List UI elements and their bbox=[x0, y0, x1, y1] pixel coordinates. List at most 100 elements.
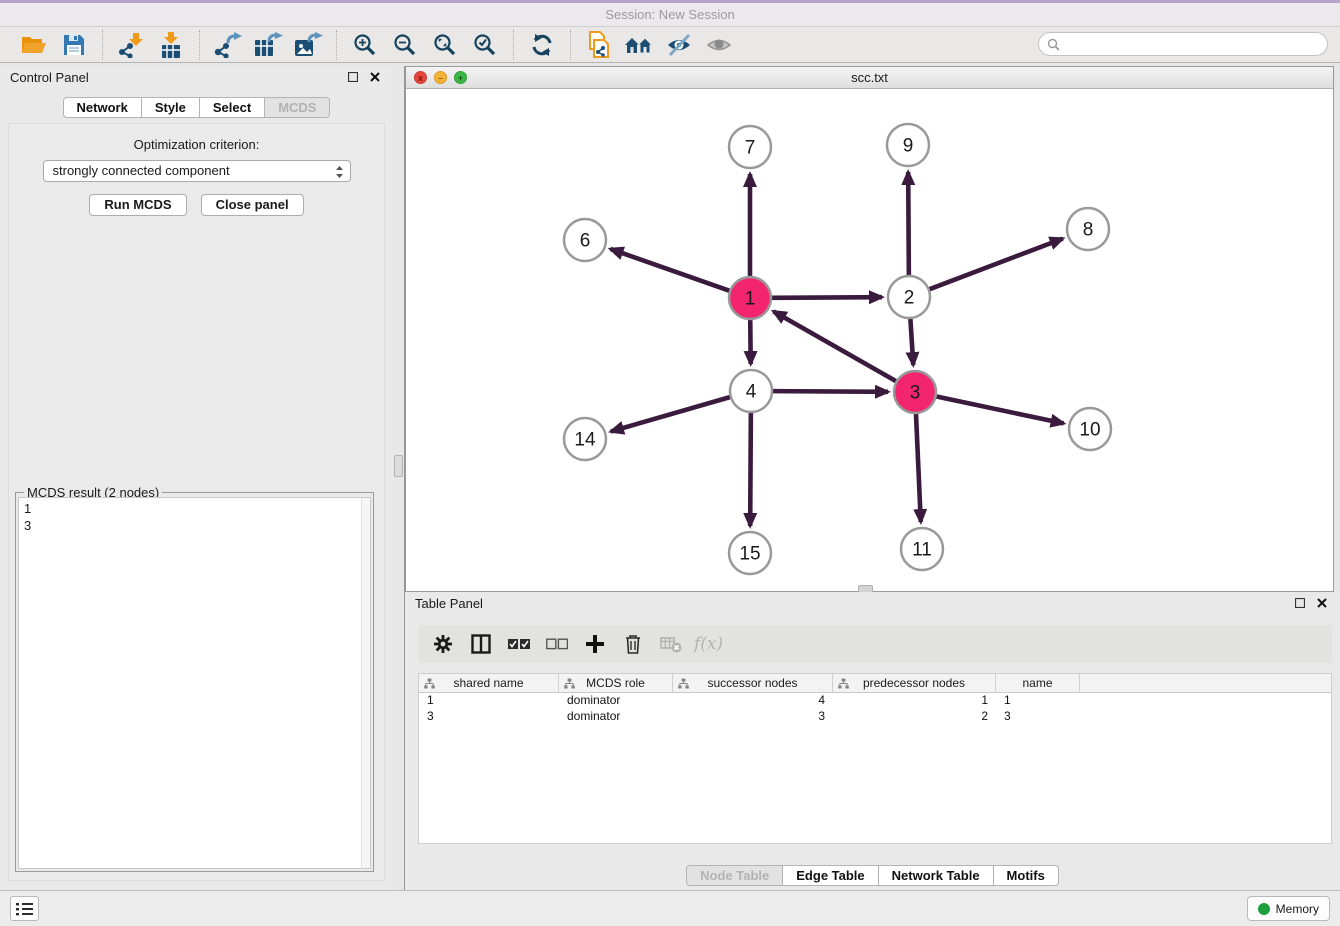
control-panel: Control Panel NetworkStyleSelectMCDS Opt… bbox=[0, 66, 393, 890]
tab-node-table[interactable]: Node Table bbox=[686, 865, 783, 886]
table-row-1: 3dominator323 bbox=[419, 709, 1331, 725]
cell-0-name[interactable]: 1 bbox=[996, 693, 1080, 709]
tab-select[interactable]: Select bbox=[200, 97, 265, 118]
window-minimize-icon[interactable]: – bbox=[434, 71, 447, 84]
search-box bbox=[1038, 32, 1328, 56]
search-input[interactable] bbox=[1060, 35, 1327, 53]
edge-3-1[interactable] bbox=[773, 311, 895, 381]
cell-0-MCDS-role[interactable]: dominator bbox=[559, 693, 673, 709]
table-row-0: 1dominator411 bbox=[419, 693, 1331, 709]
criterion-value: strongly connected component bbox=[53, 163, 230, 178]
insert-column-icon[interactable] bbox=[466, 629, 496, 659]
table-panel: Table Panel f(x) share bbox=[405, 592, 1340, 890]
cell-1-predecessor-nodes[interactable]: 2 bbox=[833, 709, 996, 725]
cell-0-successor-nodes[interactable]: 4 bbox=[673, 693, 833, 709]
edge-2-9[interactable] bbox=[908, 172, 909, 275]
tab-edge-table[interactable]: Edge Table bbox=[783, 865, 878, 886]
zoom-out-icon[interactable] bbox=[385, 30, 425, 60]
result-scrollbar[interactable] bbox=[361, 497, 371, 869]
select-stepper-icon bbox=[334, 164, 345, 180]
float-panel-icon[interactable] bbox=[345, 69, 361, 85]
table-body: 1dominator4113dominator323 bbox=[419, 693, 1331, 725]
node-label-15: 15 bbox=[739, 544, 760, 565]
export-network-icon[interactable] bbox=[208, 30, 248, 60]
edge-2-8[interactable] bbox=[930, 239, 1063, 290]
optimization-criterion-label: Optimization criterion: bbox=[9, 137, 384, 152]
clone-network-icon[interactable] bbox=[579, 30, 619, 60]
tab-mcds[interactable]: MCDS bbox=[265, 97, 330, 118]
edge-1-6[interactable] bbox=[610, 249, 729, 291]
column-header-successor-nodes[interactable]: successor nodes bbox=[673, 674, 833, 693]
horizontal-splitter-handle[interactable] bbox=[394, 455, 403, 477]
cell-0-predecessor-nodes[interactable]: 1 bbox=[833, 693, 996, 709]
function-builder-icon[interactable]: f(x) bbox=[694, 634, 723, 654]
tab-motifs[interactable]: Motifs bbox=[994, 865, 1059, 886]
refresh-layout-icon[interactable] bbox=[522, 30, 562, 60]
node-table: shared nameMCDS rolesuccessor nodesprede… bbox=[418, 673, 1332, 844]
mcds-panel: Optimization criterion: strongly connect… bbox=[8, 123, 385, 881]
close-table-panel-icon[interactable] bbox=[1314, 595, 1330, 611]
toolbar-separator bbox=[570, 30, 571, 60]
import-network-icon[interactable] bbox=[111, 30, 151, 60]
column-header-shared-name[interactable]: shared name bbox=[419, 674, 559, 693]
toolbar-separator bbox=[513, 30, 514, 60]
network-view-window: x – + scc.txt 1234678910111415 bbox=[405, 66, 1334, 592]
delete-table-icon[interactable] bbox=[656, 629, 686, 659]
show-all-icon[interactable] bbox=[699, 30, 739, 60]
deselect-all-icon[interactable] bbox=[542, 629, 572, 659]
node-label-14: 14 bbox=[574, 430, 596, 451]
save-session-icon[interactable] bbox=[54, 30, 94, 60]
main-toolbar bbox=[0, 27, 1340, 63]
edge-2-3[interactable] bbox=[910, 319, 913, 365]
session-title: Session: New Session bbox=[605, 7, 734, 22]
column-header-predecessor-nodes[interactable]: predecessor nodes bbox=[833, 674, 996, 693]
cell-1-name[interactable]: 3 bbox=[996, 709, 1080, 725]
toolbar-separator bbox=[102, 30, 103, 60]
edge-4-15[interactable] bbox=[750, 413, 751, 526]
table-settings-gear-icon[interactable] bbox=[428, 629, 458, 659]
cell-1-MCDS-role[interactable]: dominator bbox=[559, 709, 673, 725]
add-row-icon[interactable] bbox=[580, 629, 610, 659]
edge-1-2[interactable] bbox=[772, 297, 882, 298]
edge-4-14[interactable] bbox=[611, 397, 730, 431]
export-table-icon[interactable] bbox=[248, 30, 288, 60]
criterion-select[interactable]: strongly connected component bbox=[43, 160, 351, 182]
network-window-titlebar[interactable]: x – + scc.txt bbox=[406, 67, 1333, 89]
mcds-result-text[interactable]: 1 3 bbox=[18, 497, 361, 869]
cell-0-shared-name[interactable]: 1 bbox=[419, 693, 559, 709]
control-panel-tabs: NetworkStyleSelectMCDS bbox=[0, 97, 393, 118]
cell-1-successor-nodes[interactable]: 3 bbox=[673, 709, 833, 725]
edge-4-3[interactable] bbox=[773, 391, 888, 392]
close-panel-icon[interactable] bbox=[367, 69, 383, 85]
column-header-name[interactable]: name bbox=[996, 674, 1080, 693]
cell-1-shared-name[interactable]: 3 bbox=[419, 709, 559, 725]
tab-style[interactable]: Style bbox=[142, 97, 200, 118]
app-titlebar: Session: New Session bbox=[0, 0, 1340, 27]
first-neighbors-icon[interactable] bbox=[619, 30, 659, 60]
tab-network-table[interactable]: Network Table bbox=[879, 865, 994, 886]
hide-selected-icon[interactable] bbox=[659, 30, 699, 60]
memory-button[interactable]: Memory bbox=[1247, 896, 1330, 921]
select-all-icon[interactable] bbox=[504, 629, 534, 659]
zoom-selected-icon[interactable] bbox=[465, 30, 505, 60]
network-graph-canvas[interactable]: 1234678910111415 bbox=[406, 89, 1333, 592]
run-mcds-button[interactable]: Run MCDS bbox=[89, 194, 186, 216]
window-zoom-icon[interactable]: + bbox=[454, 71, 467, 84]
edge-3-11[interactable] bbox=[916, 414, 921, 522]
tab-network[interactable]: Network bbox=[63, 97, 142, 118]
export-image-icon[interactable] bbox=[288, 30, 328, 60]
edge-3-10[interactable] bbox=[937, 397, 1064, 424]
window-close-icon[interactable]: x bbox=[414, 71, 427, 84]
float-table-panel-icon[interactable] bbox=[1292, 595, 1308, 611]
zoom-fit-icon[interactable] bbox=[425, 30, 465, 60]
toolbar-separator bbox=[336, 30, 337, 60]
column-header-MCDS-role[interactable]: MCDS role bbox=[559, 674, 673, 693]
open-session-icon[interactable] bbox=[14, 30, 54, 60]
task-history-button[interactable] bbox=[10, 896, 39, 921]
close-panel-button[interactable]: Close panel bbox=[201, 194, 304, 216]
search-icon bbox=[1047, 38, 1060, 51]
node-label-2: 2 bbox=[904, 288, 915, 309]
delete-row-icon[interactable] bbox=[618, 629, 648, 659]
zoom-in-icon[interactable] bbox=[345, 30, 385, 60]
import-table-icon[interactable] bbox=[151, 30, 191, 60]
